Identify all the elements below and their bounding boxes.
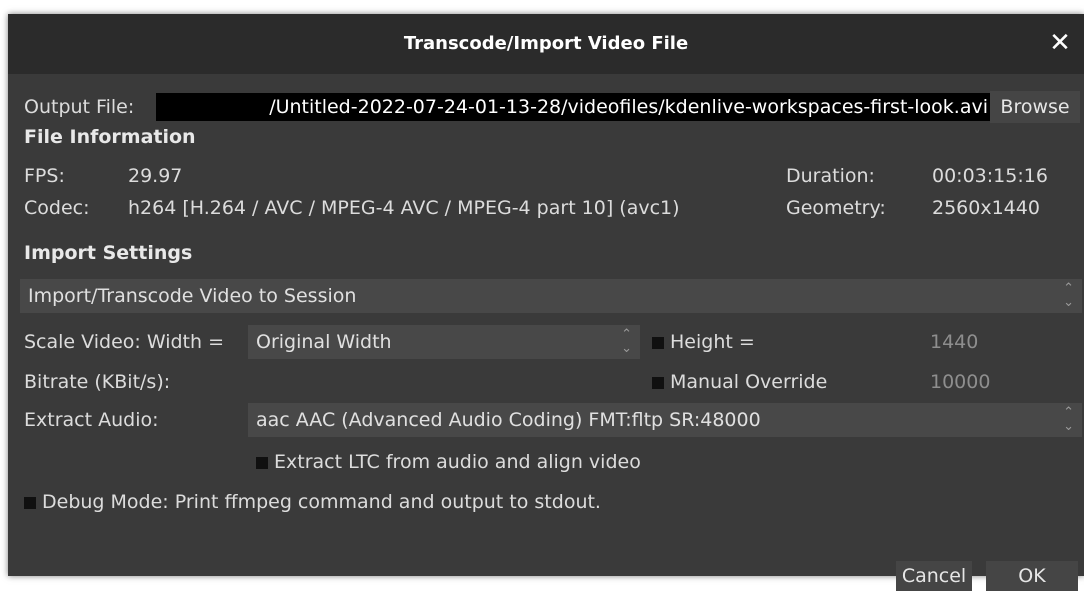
width-select-value: Original Width	[256, 331, 392, 353]
geometry-value: 2560x1440	[932, 197, 1040, 219]
extract-ltc-checkbox[interactable]	[256, 457, 268, 469]
debug-mode-checkbox[interactable]	[24, 497, 36, 509]
codec-label: Codec:	[24, 197, 90, 219]
height-input[interactable]: 1440	[930, 331, 978, 353]
height-checkbox[interactable]	[652, 337, 664, 349]
bitrate-label: Bitrate (KBit/s):	[24, 371, 171, 393]
duration-value: 00:03:15:16	[932, 165, 1048, 187]
audio-select-value: aac AAC (Advanced Audio Coding) FMT:fltp…	[256, 409, 761, 431]
chevron-up-down-icon: ⌃ ⌄	[1063, 281, 1074, 310]
ok-button[interactable]: OK	[986, 561, 1078, 591]
chevron-up-down-icon: ⌃ ⌄	[1063, 405, 1074, 434]
height-label: Height =	[670, 331, 755, 353]
close-icon[interactable]: ✕	[1046, 29, 1074, 57]
codec-value: h264 [H.264 / AVC / MPEG-4 AVC / MPEG-4 …	[128, 197, 680, 219]
duration-label: Duration:	[786, 165, 875, 187]
manual-override-checkbox[interactable]	[652, 377, 664, 389]
import-settings-heading: Import Settings	[24, 242, 193, 264]
import-mode-select[interactable]: Import/Transcode Video to Session ⌃ ⌄	[20, 279, 1082, 313]
manual-override-label: Manual Override	[670, 371, 828, 393]
fps-value: 29.97	[128, 165, 183, 187]
title-bar[interactable]: Transcode/Import Video File ✕	[8, 14, 1084, 74]
output-file-label: Output File:	[24, 96, 135, 118]
file-information-heading: File Information	[24, 126, 196, 148]
import-mode-value: Import/Transcode Video to Session	[28, 285, 357, 307]
chevron-up-down-icon: ⌃ ⌄	[621, 327, 632, 356]
scale-video-label: Scale Video: Width =	[24, 331, 224, 353]
debug-mode-label: Debug Mode: Print ffmpeg command and out…	[42, 491, 601, 513]
geometry-label: Geometry:	[786, 197, 886, 219]
output-file-input[interactable]: /Untitled-2022-07-24-01-13-28/videofiles…	[156, 93, 990, 121]
bitrate-input[interactable]: 10000	[930, 371, 990, 393]
cancel-button[interactable]: Cancel	[896, 561, 972, 591]
browse-button[interactable]: Browse	[990, 91, 1080, 123]
fps-label: FPS:	[24, 165, 65, 187]
width-select[interactable]: Original Width ⌃ ⌄	[248, 325, 640, 359]
dialog-title: Transcode/Import Video File	[403, 33, 689, 54]
transcode-dialog: Transcode/Import Video File ✕ Output Fil…	[8, 14, 1084, 591]
extract-ltc-label: Extract LTC from audio and align video	[274, 451, 641, 473]
extract-audio-label: Extract Audio:	[24, 409, 159, 431]
audio-select[interactable]: aac AAC (Advanced Audio Coding) FMT:fltp…	[248, 403, 1082, 437]
